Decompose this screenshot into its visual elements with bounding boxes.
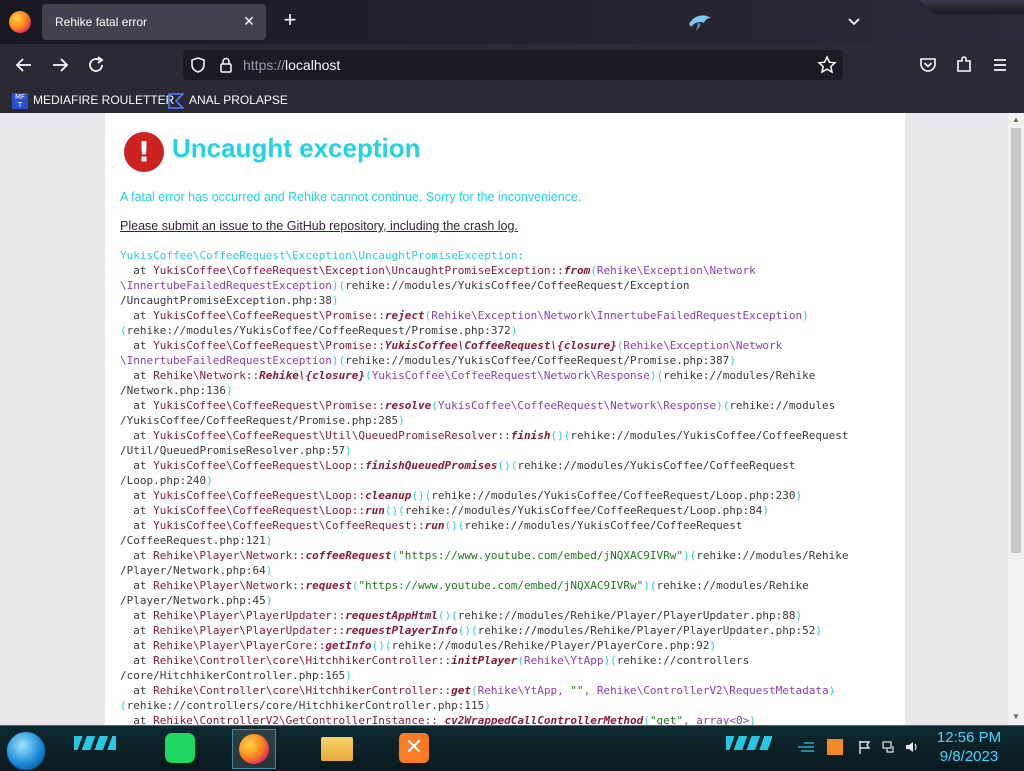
- extensions-puzzle-icon[interactable]: [952, 53, 976, 77]
- tray-app-icon[interactable]: [827, 739, 843, 755]
- xampp-icon: ✕: [399, 733, 429, 763]
- taskbar-decoration: [74, 736, 116, 750]
- stack-trace: YukisCoffee\CoffeeRequest\Exception\Unca…: [120, 248, 900, 725]
- mediafire-icon: MF T: [12, 92, 28, 109]
- action-center-flag-icon[interactable]: [857, 739, 873, 755]
- clock-time: 12:56 PM: [936, 729, 1002, 746]
- lock-icon[interactable]: [217, 56, 235, 74]
- pocket-icon[interactable]: [916, 53, 940, 77]
- close-tab-icon[interactable]: ✕: [240, 12, 258, 30]
- taskbar: ✕ 12:56 PM 9/8/2023: [0, 725, 1024, 771]
- taskbar-app-file-explorer[interactable]: [316, 729, 358, 767]
- bookmark-logo-icon: [168, 93, 184, 109]
- clock-date: 9/8/2023: [939, 748, 999, 765]
- tracking-protection-shield-icon[interactable]: [189, 56, 207, 74]
- tab-rehike-fatal-error[interactable]: Rehike fatal error ✕: [42, 4, 266, 40]
- github-issue-link[interactable]: Please submit an issue to the GitHub rep…: [120, 219, 518, 233]
- reload-icon[interactable]: [84, 53, 108, 77]
- error-card: ! Uncaught exception A fatal error has o…: [105, 113, 905, 725]
- bookmark-anal-prolapse[interactable]: ANAL PROLAPSE: [168, 91, 288, 109]
- window-decoration: [920, 0, 1024, 14]
- url-text: https://localhost: [243, 57, 340, 73]
- bookmark-label: MEDIAFIRE ROULETTER: [33, 93, 175, 107]
- vertical-scrollbar[interactable]: ▲ ▼: [1008, 113, 1024, 725]
- exception-header: YukisCoffee\CoffeeRequest\Exception\Unca…: [120, 249, 524, 262]
- volume-speaker-icon[interactable]: [904, 739, 920, 755]
- error-message: A fatal error has occurred and Rehike ca…: [120, 190, 582, 204]
- bookmark-star-icon[interactable]: [817, 55, 837, 75]
- folder-icon: [321, 737, 353, 761]
- scrollbar-thumb[interactable]: [1011, 128, 1021, 553]
- list-all-tabs-icon[interactable]: [844, 12, 864, 32]
- bookmark-mediafire-rouletter[interactable]: MF T MEDIAFIRE ROULETTER: [12, 91, 174, 109]
- network-icon[interactable]: [881, 739, 897, 755]
- trace-lines: at YukisCoffee\CoffeeRequest\Exception\U…: [120, 264, 849, 725]
- taskbar-app-firefox[interactable]: [232, 729, 276, 769]
- scroll-up-arrow-icon[interactable]: ▲: [1011, 115, 1021, 125]
- address-bar[interactable]: https://localhost: [183, 50, 843, 80]
- taskbar-app-xampp[interactable]: ✕: [394, 729, 434, 767]
- url-scheme: https://: [243, 57, 286, 73]
- new-tab-button[interactable]: +: [279, 9, 301, 32]
- dolphin-theme-icon: [689, 15, 711, 31]
- forward-arrow-icon[interactable]: [48, 53, 72, 77]
- error-exclamation-icon: !: [124, 132, 164, 172]
- bookmarks-toolbar: MF T MEDIAFIRE ROULETTER ANAL PROLAPSE: [0, 86, 1024, 113]
- spotify-icon: [165, 733, 195, 763]
- tab-bar: Rehike fatal error ✕ +: [0, 0, 1024, 44]
- page-viewport: ! Uncaught exception A fatal error has o…: [0, 113, 1008, 725]
- url-host: localhost: [285, 57, 341, 73]
- hamburger-menu-icon[interactable]: [988, 53, 1012, 77]
- system-clock[interactable]: 12:56 PM 9/8/2023: [932, 728, 1006, 766]
- start-orb-button[interactable]: [6, 731, 46, 771]
- taskbar-app-spotify[interactable]: [160, 729, 200, 767]
- tab-title: Rehike fatal error: [55, 15, 148, 29]
- firefox-logo-icon[interactable]: [9, 11, 31, 33]
- firefox-icon: [239, 734, 269, 764]
- back-arrow-icon[interactable]: [12, 53, 36, 77]
- tray-deco-icon: [798, 742, 814, 752]
- page-title: Uncaught exception: [172, 133, 421, 163]
- taskbar-decoration: [726, 736, 772, 750]
- bookmark-label: ANAL PROLAPSE: [189, 93, 288, 107]
- scroll-down-arrow-icon[interactable]: ▼: [1011, 712, 1021, 722]
